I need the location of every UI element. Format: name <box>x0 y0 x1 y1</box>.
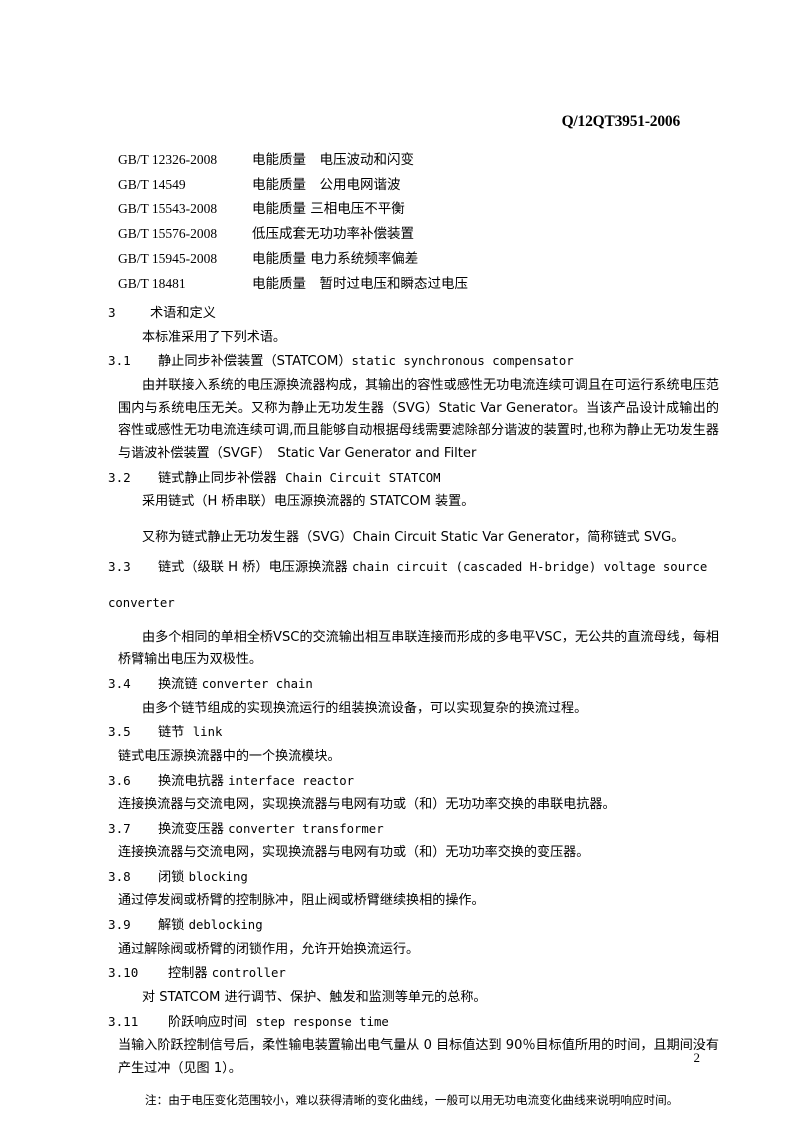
term-definition: 通过解除阀或桥臂的闭锁作用，允许开始换流运行。 <box>118 941 420 957</box>
term-name-cn: 闭锁 <box>158 869 185 885</box>
term-heading-3-8: 3.8 闭锁 blocking <box>0 865 794 891</box>
document-body: GB/T 12326-2008 电能质量 电压波动和闪变 GB/T 14549 … <box>0 148 794 1110</box>
term-note: 注：由于电压变化范围较小，难以获得清晰的变化曲线，一般可以用无功电流变化曲线来说… <box>145 1093 679 1108</box>
term-name-cn: 静止同步补偿装置（STATCOM） <box>158 354 352 370</box>
term-name-cn: 链节 <box>158 725 185 741</box>
term-definition: 通过停发阀或桥臂的控制脉冲，阻止阀或桥臂继续换相的操作。 <box>118 893 485 909</box>
term-definition: 由并联接入系统的电压源换流器构成，其输出的容性或感性无功电流连续可调且在可运行系… <box>118 377 719 462</box>
term-name-en: chain circuit (cascaded H-bridge) voltag… <box>351 559 708 574</box>
table-row: GB/T 18481 电能质量 暂时过电压和瞬态过电压 <box>118 272 468 297</box>
term-number: 3.4 <box>108 676 131 692</box>
term-definition-extra: 又称为链式静止无功发生器（SVG）Chain Circuit Static Va… <box>142 529 685 545</box>
table-row: GB/T 14549 电能质量 公用电网谐波 <box>118 173 468 198</box>
clause-heading-3: 3 术语和定义 <box>0 301 794 327</box>
term-heading-3-10: 3.10 控制器 controller <box>0 961 794 987</box>
term-number: 3.8 <box>108 868 131 884</box>
term-heading-3-5: 3.5 链节 link <box>0 720 794 746</box>
page-header-code: Q/12QT3951-2006 <box>561 113 681 130</box>
term-heading-3-1: 3.1 静止同步补偿装置（STATCOM）static synchronous c… <box>0 349 794 375</box>
term-heading-3-7: 3.7 换流变压器 converter transformer <box>0 817 794 843</box>
term-name-en: Chain Circuit STATCOM <box>285 470 441 485</box>
term-number: 3.1 <box>108 353 131 369</box>
term-name-en-continued: converter <box>108 596 175 611</box>
term-name-en: deblocking <box>188 918 263 933</box>
term-name-en: static synchronous compensator <box>351 354 574 369</box>
term-heading-3-9: 3.9 解锁 deblocking <box>0 913 794 939</box>
page-number: 2 <box>693 1050 701 1065</box>
term-name-cn: 链式（级联 H 桥）电压源换流器 <box>158 559 348 575</box>
term-heading-3-6: 3.6 换流电抗器 interface reactor <box>0 769 794 795</box>
term-definition: 连接换流器与交流电网，实现换流器与电网有功或（和）无功功率交换的串联电抗器。 <box>118 797 616 813</box>
term-heading-3-4: 3.4 换流链 converter chain <box>0 672 794 698</box>
reference-title: 电能质量 暂时过电压和瞬态过电压 <box>252 275 468 292</box>
term-number: 3.5 <box>108 724 131 740</box>
term-definition: 由多个链节组成的实现换流运行的组装换流设备，可以实现复杂的换流过程。 <box>142 700 588 716</box>
reference-title: 电能质量 三相电压不平衡 <box>252 201 405 218</box>
term-name-en: link <box>192 725 223 740</box>
term-number: 3.7 <box>108 820 131 836</box>
term-name-cn: 链式静止同步补偿器 <box>158 470 277 486</box>
table-row: GB/T 15576-2008 低压成套无功功率补偿装置 <box>118 222 468 247</box>
term-name-en: interface reactor <box>228 773 354 788</box>
reference-code: GB/T 12326-2008 <box>118 152 218 167</box>
clause-3-intro: 本标准采用了下列术语。 <box>142 329 287 345</box>
term-definition: 采用链式（H 桥串联）电压源换流器的 STATCOM 装置。 <box>142 494 475 510</box>
term-name-en: step response time <box>255 1014 389 1029</box>
reference-code: GB/T 15576-2008 <box>118 226 218 242</box>
term-name-cn: 控制器 <box>168 966 208 982</box>
term-definition: 由多个相同的单相全桥VSC的交流输出相互串联连接而形成的多电平VSC，无公共的直… <box>118 629 719 668</box>
clause-title: 术语和定义 <box>150 306 216 322</box>
reference-title: 电能质量 电压波动和闪变 <box>252 152 414 168</box>
term-name-en: blocking <box>188 869 248 884</box>
term-name-cn: 换流变压器 <box>158 821 224 837</box>
term-definition: 链式电压源换流器中的一个换流模块。 <box>118 748 341 764</box>
term-heading-3-2: 3.2 链式静止同步补偿器 Chain Circuit STATCOM <box>0 466 794 492</box>
table-row: GB/T 15543-2008 电能质量 三相电压不平衡 <box>118 197 468 222</box>
clause-number: 3 <box>108 305 116 321</box>
term-name-cn: 换流电抗器 <box>158 773 224 789</box>
term-name-en: controller <box>211 966 286 981</box>
term-definition: 对 STATCOM 进行调节、保护、触发和监测等单元的总称。 <box>142 989 487 1005</box>
table-row: GB/T 12326-2008 电能质量 电压波动和闪变 <box>118 148 468 173</box>
term-definition: 连接换流器与交流电网，实现换流器与电网有功或（和）无功功率交换的变压器。 <box>118 845 590 861</box>
term-number: 3.2 <box>108 469 131 485</box>
term-name-en: converter transformer <box>228 821 384 836</box>
reference-title: 电能质量 电力系统频率偏差 <box>252 250 419 267</box>
term-heading-3-11: 3.11 阶跃响应时间 step response time <box>0 1010 794 1036</box>
term-number: 3.3 <box>108 558 131 574</box>
term-number: 3.6 <box>108 772 131 788</box>
term-name-cn: 解锁 <box>158 918 185 934</box>
term-name-cn: 换流链 <box>158 677 198 693</box>
reference-code: GB/T 15945-2008 <box>118 250 218 266</box>
term-heading-3-3: 3.3 链式（级联 H 桥）电压源换流器 chain circuit (casca… <box>0 555 794 581</box>
document-page: Q/12QT3951-2006 GB/T 12326-2008 电能质量 电压波… <box>0 0 794 1122</box>
normative-references-table: GB/T 12326-2008 电能质量 电压波动和闪变 GB/T 14549 … <box>118 148 468 296</box>
term-number: 3.11 <box>108 1013 139 1029</box>
term-name-cn: 阶跃响应时间 <box>168 1014 248 1030</box>
term-number: 3.10 <box>108 965 139 981</box>
reference-code: GB/T 15543-2008 <box>118 201 218 217</box>
reference-code: GB/T 18481 <box>118 275 186 291</box>
reference-title: 低压成套无功功率补偿装置 <box>252 226 414 243</box>
reference-code: GB/T 14549 <box>118 176 186 192</box>
table-row: GB/T 15945-2008 电能质量 电力系统频率偏差 <box>118 247 468 272</box>
reference-title: 电能质量 公用电网谐波 <box>252 176 401 193</box>
term-name-en: converter chain <box>201 677 313 692</box>
term-number: 3.9 <box>108 917 131 933</box>
